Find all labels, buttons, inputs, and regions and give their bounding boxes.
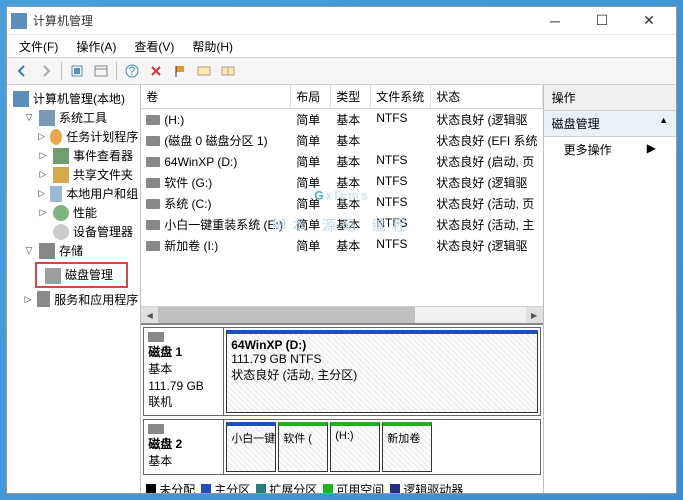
tree-systools[interactable]: ▽系统工具 [7, 108, 140, 127]
volume-icon [146, 157, 160, 167]
volume-row[interactable]: 系统 (C:)简单基本NTFS状态良好 (活动, 页 [141, 193, 542, 214]
disk-icon [148, 332, 164, 342]
props-icon[interactable] [90, 60, 112, 82]
chevron-right-icon: ▶ [647, 141, 656, 158]
col-layout[interactable]: 布局 [291, 85, 331, 108]
menubar: 文件(F) 操作(A) 查看(V) 帮助(H) [7, 35, 676, 57]
disk-icon [148, 424, 164, 434]
volume-row[interactable]: 小白一键重装系统 (E:)简单基本NTFS状态良好 (活动, 主 [141, 214, 542, 235]
volume-icon [146, 178, 160, 188]
main-content: 计算机管理(本地) ▽系统工具 ▷任务计划程序 ▷事件查看器 ▷共享文件夹 ▷本… [7, 85, 676, 493]
volume-icon [146, 115, 160, 125]
volume-icon [146, 199, 160, 209]
action-section-diskmgmt[interactable]: 磁盘管理▲ [544, 111, 676, 137]
tree-pane: 计算机管理(本地) ▽系统工具 ▷任务计划程序 ▷事件查看器 ▷共享文件夹 ▷本… [7, 85, 141, 493]
tree-shared[interactable]: ▷共享文件夹 [7, 165, 140, 184]
volume-row[interactable]: 新加卷 (I:)简单基本NTFS状态良好 (逻辑驱 [141, 235, 542, 256]
scroll-right-icon[interactable]: ▶ [526, 307, 543, 323]
center-pane: 卷 布局 类型 文件系统 状态 (H:)简单基本NTFS状态良好 (逻辑驱(磁盘… [141, 85, 543, 493]
tree-devmgr[interactable]: 设备管理器 [7, 222, 140, 241]
disk-graphics: 磁盘 1 基本 111.79 GB 联机 64WinXP (D:) 111.79… [141, 323, 542, 493]
flag-icon[interactable] [169, 60, 191, 82]
maximize-button[interactable]: ☐ [579, 8, 625, 34]
volume-scrollbar[interactable]: ◀ ▶ [141, 306, 542, 323]
menu-action[interactable]: 操作(A) [68, 36, 124, 57]
tree-storage[interactable]: ▽存储 [7, 241, 140, 260]
scroll-left-icon[interactable]: ◀ [141, 307, 158, 323]
computer-management-window: 计算机管理 ─ ☐ ✕ 文件(F) 操作(A) 查看(V) 帮助(H) ? 计算… [6, 6, 677, 494]
volume-row[interactable]: 软件 (G:)简单基本NTFS状态良好 (逻辑驱 [141, 172, 542, 193]
disk2-part-3[interactable]: 新加卷 [382, 422, 432, 472]
tree-perf[interactable]: ▷性能 [7, 203, 140, 222]
volume-icon [146, 136, 160, 146]
tree-tasksched[interactable]: ▷任务计划程序 [7, 127, 140, 146]
menu-help[interactable]: 帮助(H) [184, 36, 241, 57]
svg-text:?: ? [129, 64, 136, 78]
disk1-partition-d[interactable]: 64WinXP (D:) 111.79 GB NTFS 状态良好 (活动, 主分… [226, 330, 537, 413]
action-more[interactable]: 更多操作▶ [544, 137, 676, 162]
legend: 未分配 主分区 扩展分区 可用空间 逻辑驱动器 [143, 478, 540, 493]
close-button[interactable]: ✕ [626, 8, 672, 34]
tree-root[interactable]: 计算机管理(本地) [7, 89, 140, 108]
disk2-part-1[interactable]: 软件 ( [278, 422, 328, 472]
action-pane: 操作 磁盘管理▲ 更多操作▶ [544, 85, 676, 493]
menu-file[interactable]: 文件(F) [11, 36, 66, 57]
forward-icon[interactable] [35, 60, 57, 82]
volume-row[interactable]: (磁盘 0 磁盘分区 1)简单基本状态良好 (EFI 系统 [141, 130, 542, 151]
volume-icon [146, 241, 160, 251]
col-type[interactable]: 类型 [331, 85, 371, 108]
tree-services[interactable]: ▷服务和应用程序 [7, 290, 140, 309]
app-icon [11, 13, 27, 29]
disk2-info: 磁盘 2 基本 [144, 420, 224, 474]
titlebar: 计算机管理 ─ ☐ ✕ [7, 7, 676, 35]
volume-header: 卷 布局 类型 文件系统 状态 [141, 85, 542, 109]
menu-view[interactable]: 查看(V) [126, 36, 182, 57]
minimize-button[interactable]: ─ [532, 8, 578, 34]
volume-list: 卷 布局 类型 文件系统 状态 (H:)简单基本NTFS状态良好 (逻辑驱(磁盘… [141, 85, 542, 306]
collapse-icon: ▲ [659, 115, 668, 132]
volume-row[interactable]: 64WinXP (D:)简单基本NTFS状态良好 (启动, 页 [141, 151, 542, 172]
volume-icon [146, 220, 160, 230]
col-status[interactable]: 状态 [431, 85, 542, 108]
tree-eventviewer[interactable]: ▷事件查看器 [7, 146, 140, 165]
disk1-info: 磁盘 1 基本 111.79 GB 联机 [144, 328, 224, 415]
window1-icon[interactable] [193, 60, 215, 82]
up-icon[interactable] [66, 60, 88, 82]
col-fs[interactable]: 文件系统 [371, 85, 431, 108]
help-icon[interactable]: ? [121, 60, 143, 82]
delete-icon[interactable] [145, 60, 167, 82]
volume-row[interactable]: (H:)简单基本NTFS状态良好 (逻辑驱 [141, 109, 542, 130]
window2-icon[interactable] [217, 60, 239, 82]
toolbar: ? [7, 57, 676, 85]
disk-row-1[interactable]: 磁盘 1 基本 111.79 GB 联机 64WinXP (D:) 111.79… [143, 327, 540, 416]
col-volume[interactable]: 卷 [141, 85, 291, 108]
disk2-part-2[interactable]: (H:) [330, 422, 380, 472]
window-title: 计算机管理 [33, 12, 532, 29]
back-icon[interactable] [11, 60, 33, 82]
tree-diskmgmt-highlighted[interactable]: 磁盘管理 [35, 262, 128, 288]
action-header: 操作 [544, 85, 676, 111]
disk2-part-0[interactable]: 小白一键 [226, 422, 276, 472]
tree-users[interactable]: ▷本地用户和组 [7, 184, 140, 203]
disk-row-2[interactable]: 磁盘 2 基本 小白一键 软件 ( (H:) 新加卷 [143, 419, 540, 475]
